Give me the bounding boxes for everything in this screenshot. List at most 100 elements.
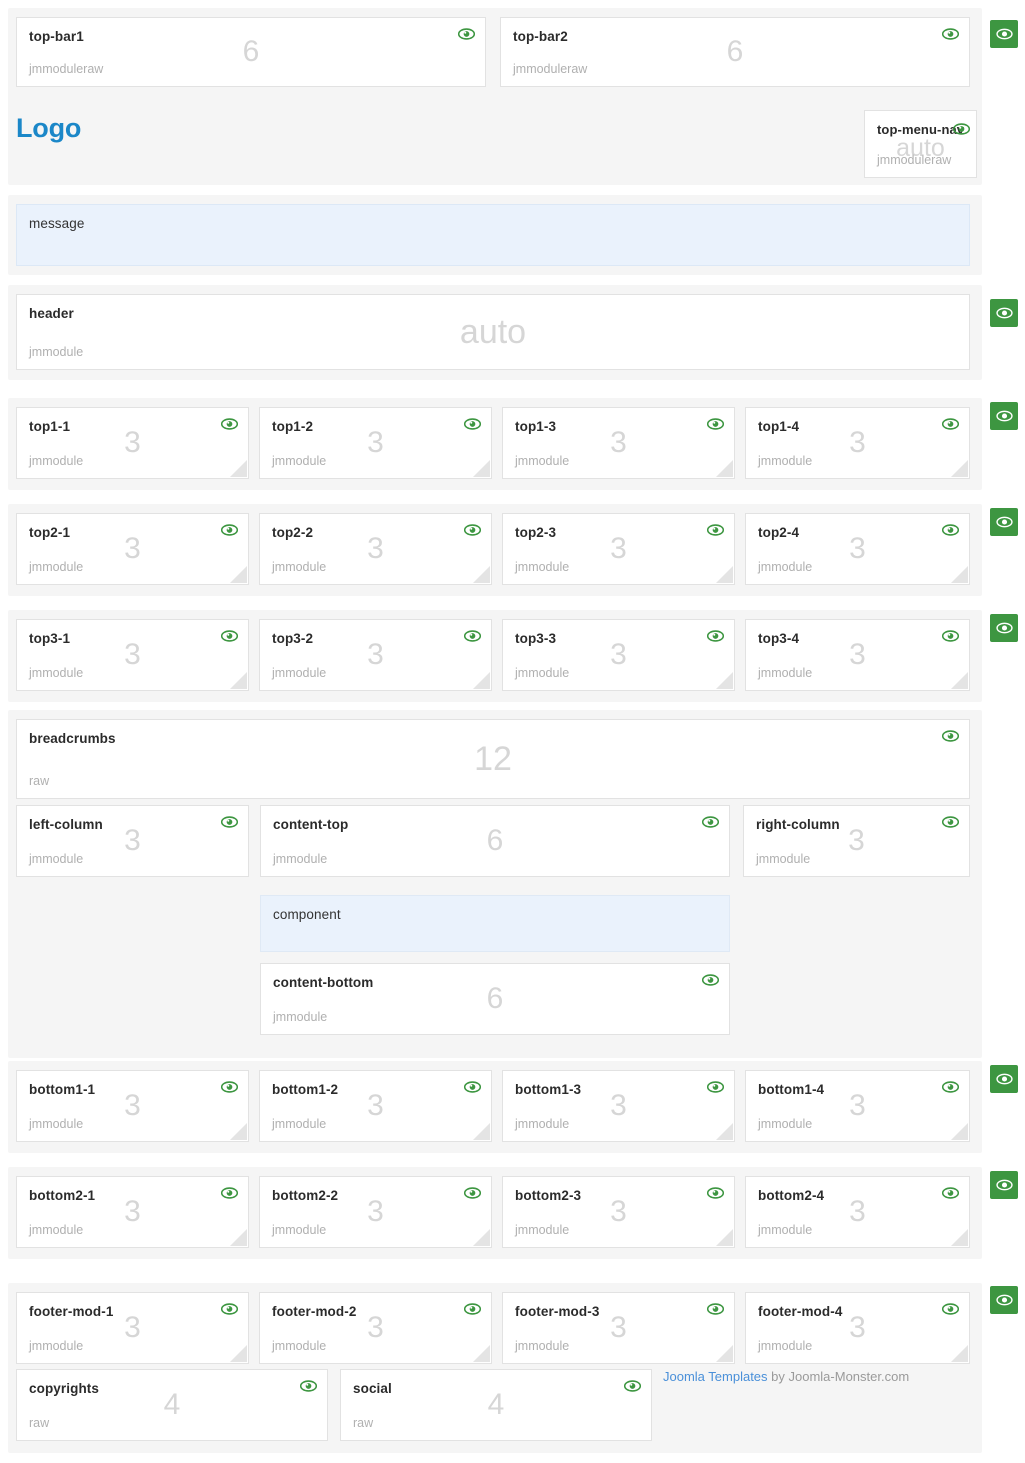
module-card-top1-3[interactable]: top1-33jmmodule bbox=[502, 407, 735, 479]
eye-icon[interactable] bbox=[300, 1380, 317, 1392]
eye-icon[interactable] bbox=[464, 630, 481, 642]
resize-handle-icon[interactable] bbox=[951, 1229, 968, 1246]
module-card-header[interactable]: header auto jmmodule bbox=[16, 294, 970, 370]
eye-icon[interactable] bbox=[221, 630, 238, 642]
eye-icon[interactable] bbox=[942, 1081, 959, 1093]
module-card-top1-4[interactable]: top1-43jmmodule bbox=[745, 407, 970, 479]
module-card-content-top[interactable]: content-top 6 jmmodule bbox=[260, 805, 730, 877]
eye-icon[interactable] bbox=[221, 524, 238, 536]
resize-handle-icon[interactable] bbox=[230, 1229, 247, 1246]
resize-handle-icon[interactable] bbox=[716, 1123, 733, 1140]
eye-icon[interactable] bbox=[942, 524, 959, 536]
module-card-footer-mod-2[interactable]: footer-mod-23jmmodule bbox=[259, 1292, 492, 1364]
eye-icon[interactable] bbox=[953, 123, 970, 135]
eye-icon[interactable] bbox=[942, 730, 959, 742]
eye-icon[interactable] bbox=[221, 816, 238, 828]
resize-handle-icon[interactable] bbox=[473, 460, 490, 477]
module-card-copyrights[interactable]: copyrights 4 raw bbox=[16, 1369, 328, 1441]
module-card-right-column[interactable]: right-column 3 jmmodule bbox=[743, 805, 970, 877]
module-card-footer-mod-3[interactable]: footer-mod-33jmmodule bbox=[502, 1292, 735, 1364]
resize-handle-icon[interactable] bbox=[473, 1123, 490, 1140]
module-card-bottom2-1[interactable]: bottom2-13jmmodule bbox=[16, 1176, 249, 1248]
eye-icon[interactable] bbox=[464, 524, 481, 536]
badge-eye-icon-bottom2-row[interactable] bbox=[990, 1171, 1018, 1199]
eye-icon[interactable] bbox=[707, 418, 724, 430]
joomla-templates-link[interactable]: Joomla Templates bbox=[663, 1369, 768, 1384]
resize-handle-icon[interactable] bbox=[230, 460, 247, 477]
resize-handle-icon[interactable] bbox=[230, 1345, 247, 1362]
eye-icon[interactable] bbox=[464, 1303, 481, 1315]
eye-icon[interactable] bbox=[942, 1187, 959, 1199]
eye-icon[interactable] bbox=[942, 28, 959, 40]
module-card-top2-3[interactable]: top2-33jmmodule bbox=[502, 513, 735, 585]
module-card-bottom1-3[interactable]: bottom1-33jmmodule bbox=[502, 1070, 735, 1142]
module-card-breadcrumbs[interactable]: breadcrumbs 12 raw bbox=[16, 719, 970, 799]
badge-eye-icon-header[interactable] bbox=[990, 299, 1018, 327]
eye-icon[interactable] bbox=[707, 524, 724, 536]
resize-handle-icon[interactable] bbox=[230, 672, 247, 689]
module-card-message[interactable]: message bbox=[16, 204, 970, 266]
module-card-social[interactable]: social 4 raw bbox=[340, 1369, 652, 1441]
module-card-top3-2[interactable]: top3-23jmmodule bbox=[259, 619, 492, 691]
module-card-footer-mod-4[interactable]: footer-mod-43jmmodule bbox=[745, 1292, 970, 1364]
eye-icon[interactable] bbox=[464, 418, 481, 430]
resize-handle-icon[interactable] bbox=[951, 1123, 968, 1140]
resize-handle-icon[interactable] bbox=[951, 1345, 968, 1362]
resize-handle-icon[interactable] bbox=[716, 672, 733, 689]
eye-icon[interactable] bbox=[464, 1187, 481, 1199]
module-card-top2-2[interactable]: top2-23jmmodule bbox=[259, 513, 492, 585]
module-card-top3-3[interactable]: top3-33jmmodule bbox=[502, 619, 735, 691]
badge-eye-icon-footer[interactable] bbox=[990, 1286, 1018, 1314]
resize-handle-icon[interactable] bbox=[473, 566, 490, 583]
eye-icon[interactable] bbox=[221, 1187, 238, 1199]
module-card-bottom1-4[interactable]: bottom1-43jmmodule bbox=[745, 1070, 970, 1142]
resize-handle-icon[interactable] bbox=[230, 566, 247, 583]
eye-icon[interactable] bbox=[707, 1303, 724, 1315]
module-card-content-bottom[interactable]: content-bottom 6 jmmodule bbox=[260, 963, 730, 1035]
eye-icon[interactable] bbox=[458, 28, 475, 40]
resize-handle-icon[interactable] bbox=[951, 566, 968, 583]
resize-handle-icon[interactable] bbox=[716, 460, 733, 477]
eye-icon[interactable] bbox=[221, 1081, 238, 1093]
module-card-top-menu-nav[interactable]: top-menu-nav auto jmmoduleraw bbox=[864, 110, 977, 178]
module-card-bottom1-2[interactable]: bottom1-23jmmodule bbox=[259, 1070, 492, 1142]
module-card-component[interactable]: component bbox=[260, 895, 730, 952]
logo[interactable]: Logo bbox=[16, 113, 81, 144]
module-card-bottom1-1[interactable]: bottom1-13jmmodule bbox=[16, 1070, 249, 1142]
module-card-top2-4[interactable]: top2-43jmmodule bbox=[745, 513, 970, 585]
eye-icon[interactable] bbox=[942, 1303, 959, 1315]
resize-handle-icon[interactable] bbox=[716, 1229, 733, 1246]
module-card-top1-2[interactable]: top1-23jmmodule bbox=[259, 407, 492, 479]
resize-handle-icon[interactable] bbox=[716, 566, 733, 583]
eye-icon[interactable] bbox=[707, 1081, 724, 1093]
eye-icon[interactable] bbox=[707, 1187, 724, 1199]
eye-icon[interactable] bbox=[942, 816, 959, 828]
resize-handle-icon[interactable] bbox=[473, 1345, 490, 1362]
module-card-top1-1[interactable]: top1-13jmmodule bbox=[16, 407, 249, 479]
module-card-bottom2-3[interactable]: bottom2-33jmmodule bbox=[502, 1176, 735, 1248]
eye-icon[interactable] bbox=[707, 630, 724, 642]
eye-icon[interactable] bbox=[942, 418, 959, 430]
module-card-top2-1[interactable]: top2-13jmmodule bbox=[16, 513, 249, 585]
eye-icon[interactable] bbox=[624, 1380, 641, 1392]
eye-icon[interactable] bbox=[702, 816, 719, 828]
resize-handle-icon[interactable] bbox=[951, 672, 968, 689]
module-card-top-bar2[interactable]: top-bar2 6 jmmoduleraw bbox=[500, 17, 970, 87]
eye-icon[interactable] bbox=[221, 1303, 238, 1315]
eye-icon[interactable] bbox=[221, 418, 238, 430]
resize-handle-icon[interactable] bbox=[473, 1229, 490, 1246]
resize-handle-icon[interactable] bbox=[951, 460, 968, 477]
badge-eye-icon-top-bar[interactable] bbox=[990, 20, 1018, 48]
resize-handle-icon[interactable] bbox=[230, 1123, 247, 1140]
badge-eye-icon-top1-row[interactable] bbox=[990, 402, 1018, 430]
module-card-top3-4[interactable]: top3-43jmmodule bbox=[745, 619, 970, 691]
resize-handle-icon[interactable] bbox=[716, 1345, 733, 1362]
eye-icon[interactable] bbox=[942, 630, 959, 642]
module-card-left-column[interactable]: left-column 3 jmmodule bbox=[16, 805, 249, 877]
badge-eye-icon-top3-row[interactable] bbox=[990, 614, 1018, 642]
badge-eye-icon-bottom1-row[interactable] bbox=[990, 1065, 1018, 1093]
eye-icon[interactable] bbox=[464, 1081, 481, 1093]
eye-icon[interactable] bbox=[702, 974, 719, 986]
module-card-bottom2-2[interactable]: bottom2-23jmmodule bbox=[259, 1176, 492, 1248]
module-card-top-bar1[interactable]: top-bar1 6 jmmoduleraw bbox=[16, 17, 486, 87]
